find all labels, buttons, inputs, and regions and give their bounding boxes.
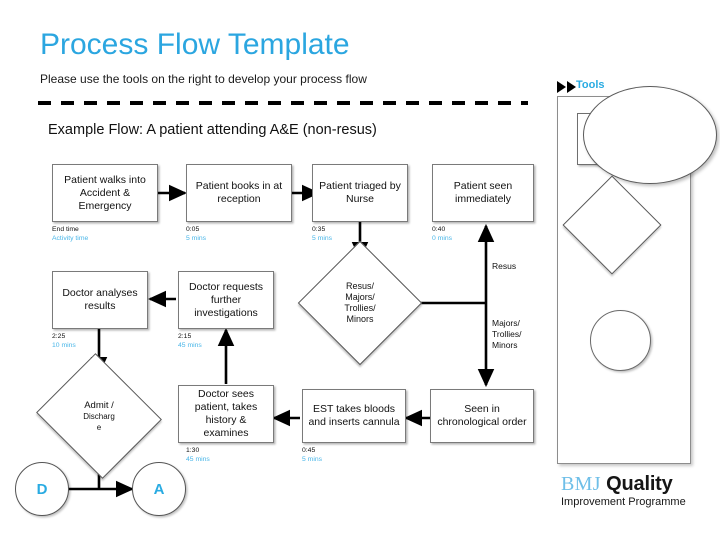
end-time-value: 2:15: [178, 333, 192, 340]
terminator-discharge[interactable]: D: [15, 462, 69, 516]
process-box-books-in[interactable]: Patient books in at reception: [186, 164, 292, 222]
decision-line-3: e: [96, 422, 102, 432]
edge-label-majors-line1: Majors/: [492, 318, 520, 328]
end-time-value: 1:30: [186, 447, 200, 454]
page-subtitle: Please use the tools on the right to dev…: [40, 72, 367, 86]
process-box-doctor-analyses[interactable]: Doctor analyses results: [52, 271, 148, 329]
tools-panel-label: Tools: [576, 79, 605, 91]
end-time-value: End time: [52, 226, 79, 233]
example-flow-heading: Example Flow: A patient attending A&E (n…: [48, 122, 377, 138]
end-time-value: 2:25: [52, 333, 66, 340]
end-time-value: 0:40: [432, 226, 446, 233]
process-box-chronological-order[interactable]: Seen in chronological order: [430, 389, 534, 443]
timestamp-doctor-sees-patient: 1:30 45 mins: [186, 447, 210, 464]
edge-label-majors-line2: Trollies/: [492, 329, 522, 339]
timestamp-triaged: 0:35 5 mins: [312, 226, 332, 243]
activity-time-value: 5 mins: [302, 455, 323, 463]
bmj-quality-logo: BMJ Quality Improvement Programme: [561, 473, 686, 509]
slide-canvas: Process Flow Template Please use the too…: [0, 0, 720, 540]
timestamp-doctor-requests: 2:15 45 mins: [178, 333, 202, 350]
logo-quality-text: Quality: [600, 473, 673, 495]
decision-diamond-resus-majors[interactable]: Resus/ Majors/ Trollies/ Minors: [297, 240, 423, 366]
double-play-icon: [557, 81, 576, 93]
ellipse-shape-tool[interactable]: [583, 86, 717, 184]
decision-diamond-admit-discharge[interactable]: Admit / Discharg e: [36, 353, 162, 479]
decision-line-3: Trollies/: [344, 303, 376, 313]
logo-bmj-text: BMJ: [561, 473, 601, 495]
timestamp-books-in: 0:05 5 mins: [186, 226, 206, 243]
activity-time-value: 10 mins: [52, 341, 76, 349]
diamond-shape-tool[interactable]: [562, 175, 662, 275]
decision-line-2: Majors/: [345, 292, 375, 302]
dashed-divider: [38, 101, 528, 105]
timestamp-patient-walks-in: End time Activity time: [52, 226, 88, 243]
process-box-patient-walks-in[interactable]: Patient walks into Accident & Emergency: [52, 164, 158, 222]
terminator-admit[interactable]: A: [132, 462, 186, 516]
activity-time-value: 5 mins: [186, 234, 207, 242]
activity-time-value: 45 mins: [178, 341, 202, 349]
logo-primary-line: BMJ Quality: [561, 473, 686, 495]
decision-line-1: Resus/: [345, 281, 374, 291]
circle-shape-tool[interactable]: [590, 310, 651, 371]
decision-diamond-label: Resus/ Majors/ Trollies/ Minors: [316, 259, 404, 347]
edge-label-majors-line3: Minors: [492, 340, 518, 350]
end-time-value: 0:45: [302, 447, 316, 454]
end-time-value: 0:05: [186, 226, 200, 233]
activity-time-value: Activity time: [52, 234, 89, 242]
timestamp-est-bloods: 0:45 5 mins: [302, 447, 322, 464]
process-box-seen-immediately[interactable]: Patient seen immediately: [432, 164, 534, 222]
decision-diamond-label: Admit / Discharg e: [52, 374, 146, 458]
edge-label-majors: Majors/ Trollies/ Minors: [492, 318, 521, 351]
process-box-est-bloods[interactable]: EST takes bloods and inserts cannula: [302, 389, 406, 443]
timestamp-seen-immediately: 0:40 0 mins: [432, 226, 452, 243]
decision-line-1: Admit /: [84, 399, 114, 411]
logo-tagline: Improvement Programme: [561, 496, 686, 508]
decision-line-2: Discharg: [83, 411, 115, 421]
process-box-doctor-requests[interactable]: Doctor requests further investigations: [178, 271, 274, 329]
end-time-value: 0:35: [312, 226, 326, 233]
page-title: Process Flow Template: [40, 28, 350, 61]
activity-time-value: 5 mins: [312, 234, 333, 242]
activity-time-value: 0 mins: [432, 234, 453, 242]
process-box-doctor-sees-patient[interactable]: Doctor sees patient, takes history & exa…: [178, 385, 274, 443]
timestamp-doctor-analyses: 2:25 10 mins: [52, 333, 76, 350]
edge-label-resus: Resus: [492, 261, 517, 271]
process-box-triaged[interactable]: Patient triaged by Nurse: [312, 164, 408, 222]
activity-time-value: 45 mins: [186, 455, 210, 463]
decision-line-4: Minors: [346, 314, 374, 324]
diamond-shape: [562, 175, 662, 275]
